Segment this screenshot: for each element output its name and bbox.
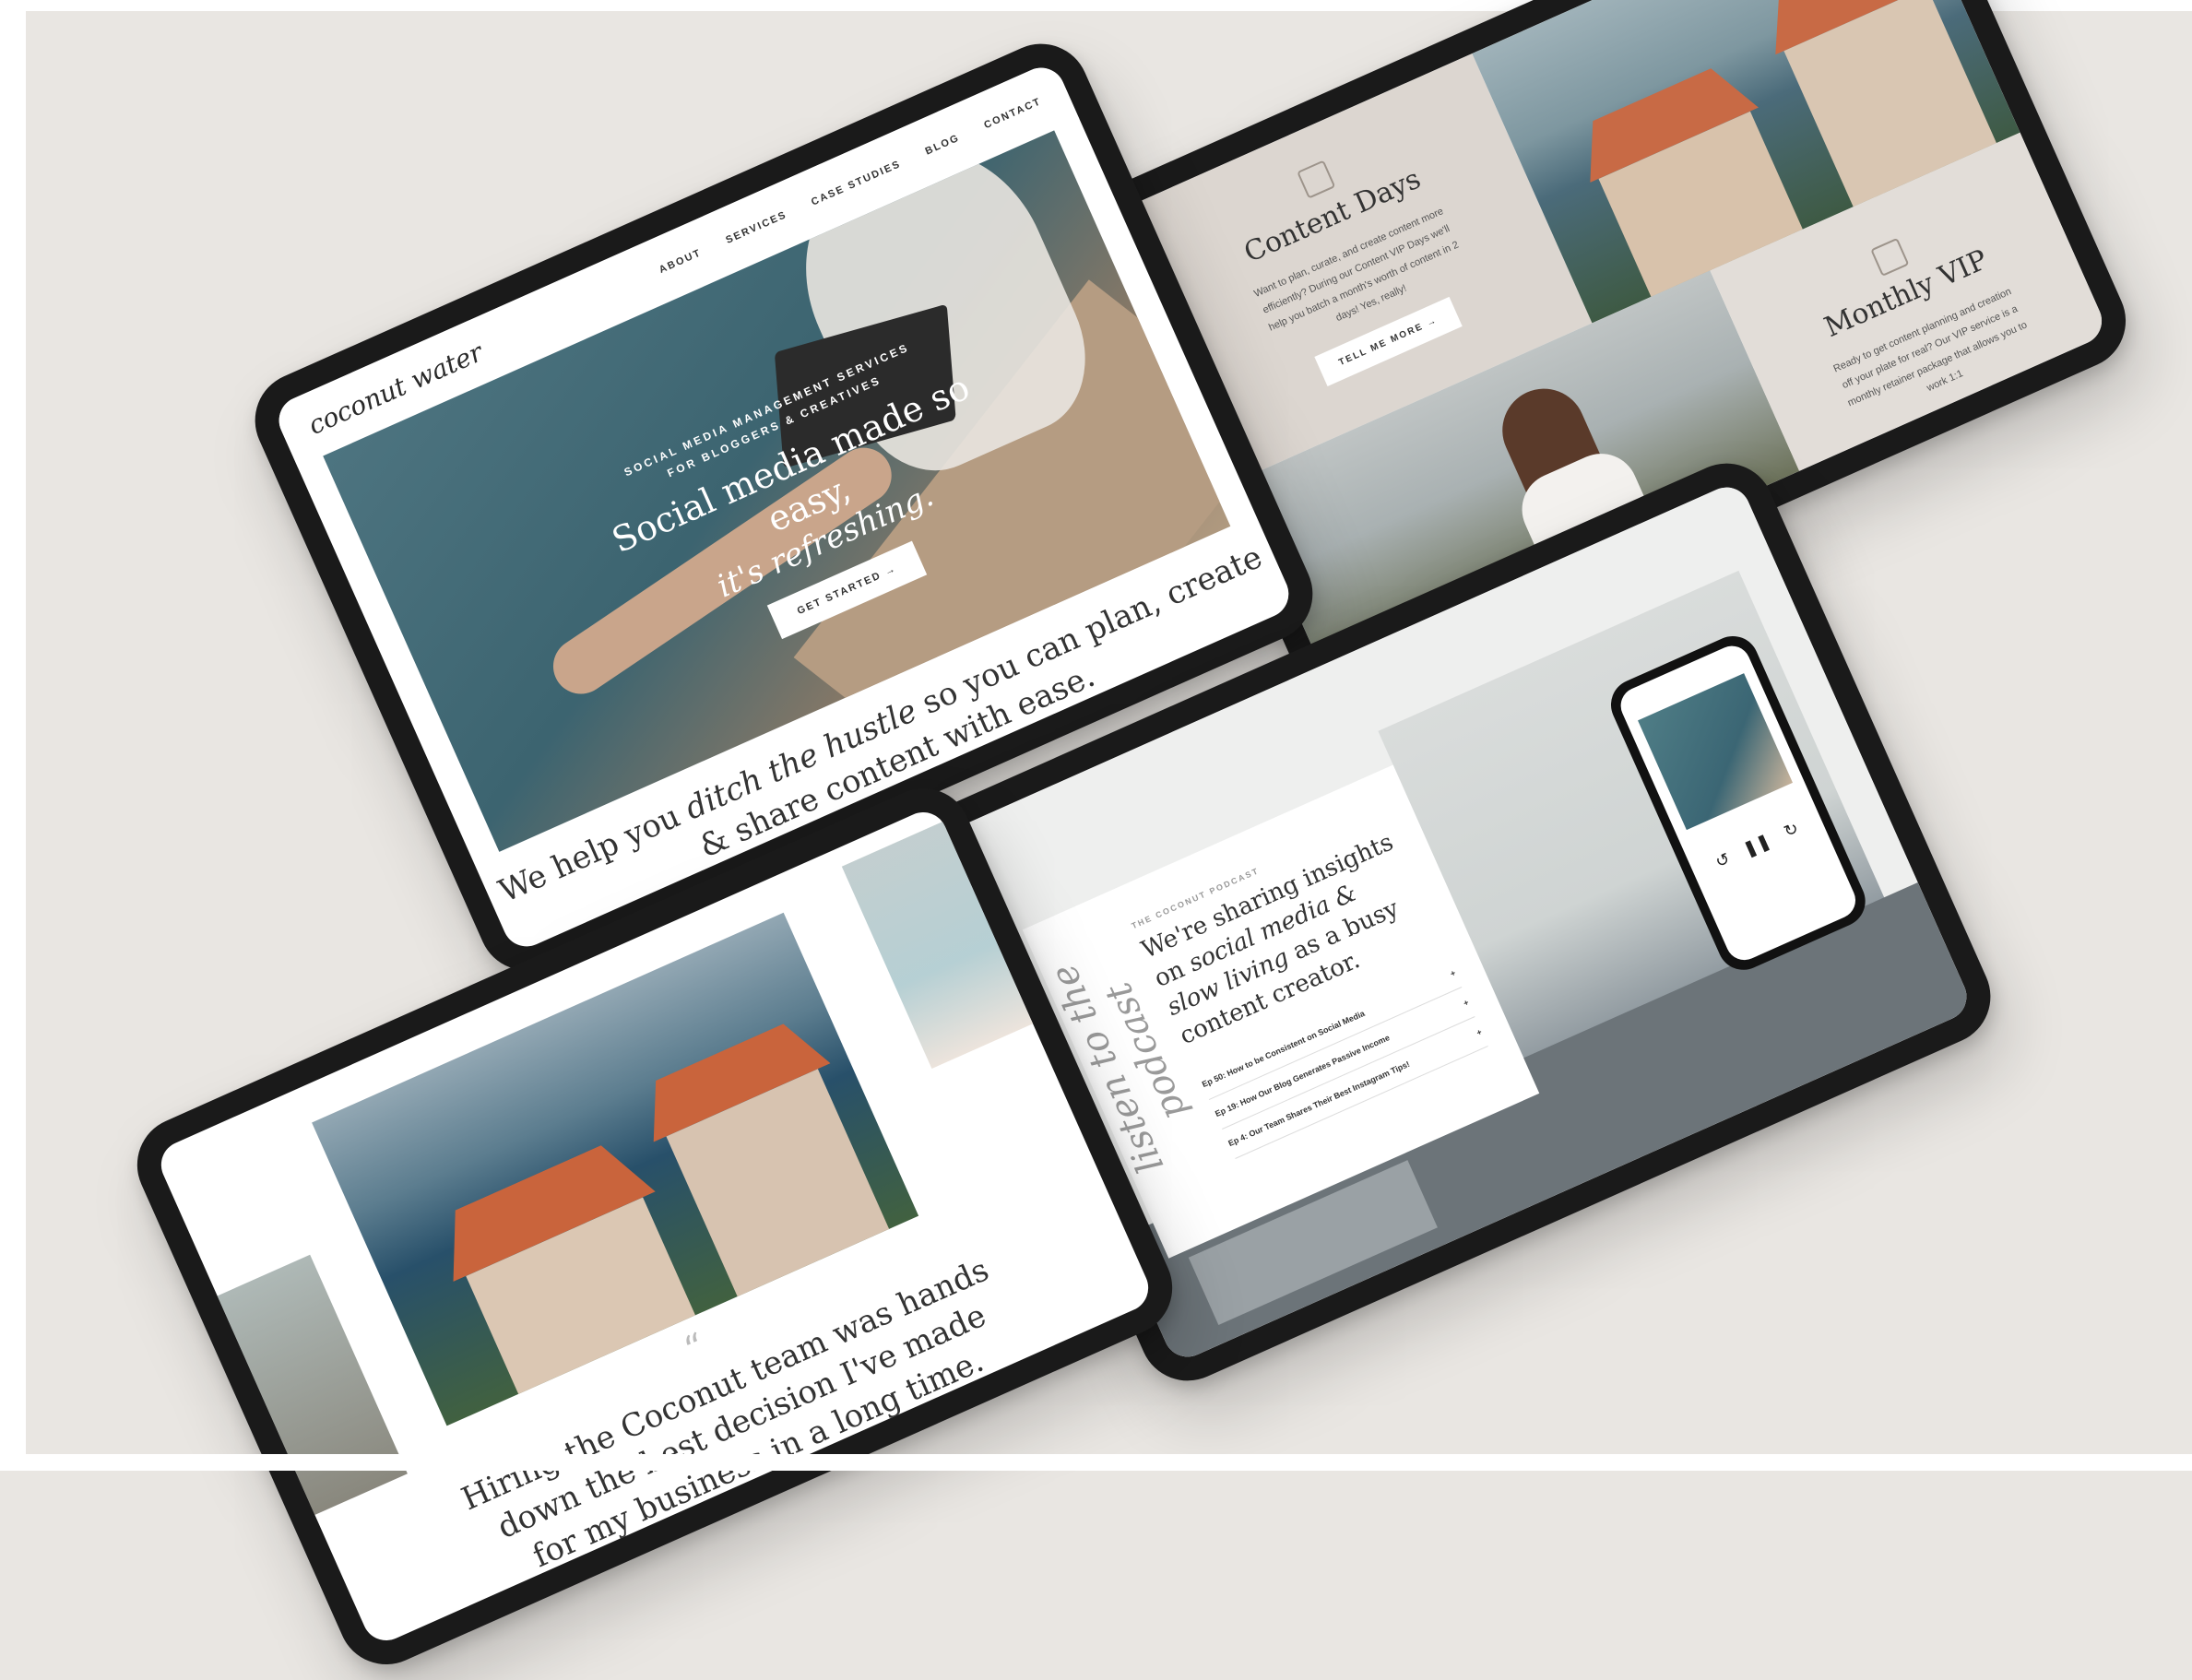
quote-mark-icon: “ bbox=[678, 1325, 713, 1372]
nav-services[interactable]: SERVICES bbox=[724, 209, 788, 246]
plus-icon: + bbox=[1462, 997, 1471, 1009]
rewind-icon[interactable]: ↺ bbox=[1712, 849, 1733, 872]
bottom-border bbox=[0, 1454, 2192, 1471]
calendar-icon bbox=[1297, 160, 1336, 199]
forward-icon[interactable]: ↻ bbox=[1781, 819, 1801, 842]
mockup-stage: Content Days Want to plan, curate, and c… bbox=[0, 0, 2192, 1680]
nav-contact[interactable]: CONTACT bbox=[982, 96, 1043, 131]
podcast-cover-art bbox=[1638, 673, 1794, 831]
testimonial-screen: “ Hiring the Coconut team was hands down… bbox=[153, 804, 1156, 1649]
player-controls: ↺ ❚❚ ↻ bbox=[1690, 809, 1825, 882]
nav-case-studies[interactable]: CASE STUDIES bbox=[810, 159, 903, 208]
laptop-icon bbox=[1870, 237, 1910, 277]
nav-about[interactable]: ABOUT bbox=[658, 247, 704, 276]
left-border bbox=[0, 0, 26, 1471]
pause-icon[interactable]: ❚❚ bbox=[1740, 831, 1773, 859]
plus-icon: + bbox=[1475, 1026, 1484, 1038]
nav-blog[interactable]: BLOG bbox=[924, 132, 962, 157]
gallery-thumb-left[interactable] bbox=[184, 1254, 408, 1531]
plus-icon: + bbox=[1449, 967, 1458, 979]
